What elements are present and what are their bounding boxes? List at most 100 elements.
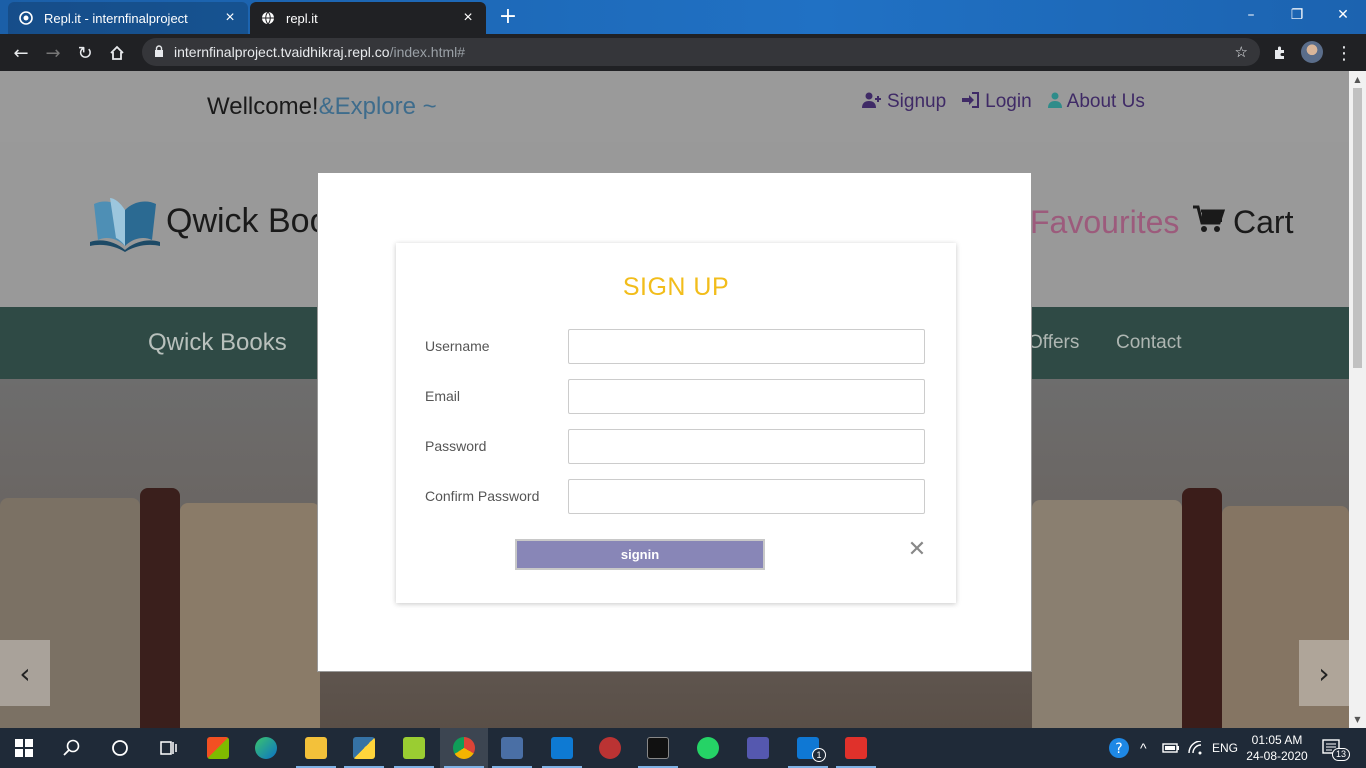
carousel-prev-button[interactable]: ‹ <box>0 640 50 706</box>
signup-title: SIGN UP <box>622 273 730 301</box>
notification-center-icon[interactable]: 13 <box>1322 728 1351 768</box>
bookmark-star-icon[interactable]: ☆ <box>1235 43 1248 61</box>
replit-icon <box>18 10 34 26</box>
tab-close-icon[interactable]: × <box>222 9 238 27</box>
about-link[interactable]: About Us <box>1047 91 1145 113</box>
confirm-password-field[interactable] <box>568 479 925 514</box>
tray-expand-icon[interactable]: ^ <box>1140 728 1147 768</box>
notification-count: 13 <box>1332 748 1351 761</box>
tab-title: Repl.it - internfinalproject <box>44 10 188 26</box>
back-icon[interactable]: ← <box>8 40 34 66</box>
about-label: About Us <box>1066 91 1145 112</box>
book-spine <box>140 488 180 728</box>
top-links: Signup Login About Us <box>862 91 1145 113</box>
edge-icon[interactable] <box>242 728 290 768</box>
spider-icon[interactable] <box>586 728 634 768</box>
clock[interactable]: 01:05 AM 24-08-2020 <box>1244 732 1310 764</box>
email-field[interactable] <box>568 379 925 414</box>
svg-text:?: ? <box>1115 741 1122 757</box>
sql-icon[interactable] <box>488 728 536 768</box>
cortana-icon[interactable] <box>96 728 144 768</box>
vscode-icon[interactable] <box>538 728 586 768</box>
date-label: 24-08-2020 <box>1246 749 1308 763</box>
chrome-icon[interactable] <box>440 728 488 768</box>
windows-start-icon[interactable] <box>0 728 48 768</box>
url-host: internfinalproject.tvaidhikraj.repl.co <box>174 44 390 60</box>
welcome-label: Wellcome! <box>207 93 319 120</box>
menu-kebab-icon[interactable]: ⋮ <box>1331 40 1357 66</box>
wifi-icon[interactable] <box>1188 728 1204 768</box>
book-spine <box>1032 500 1182 728</box>
tab-repl[interactable]: repl.it × <box>250 2 486 34</box>
tab-close-icon[interactable]: × <box>460 9 476 27</box>
extensions-icon[interactable] <box>1267 40 1293 66</box>
book-spine <box>1182 488 1222 728</box>
email-row: Email <box>425 379 930 415</box>
cart-link[interactable]: Cart <box>1193 204 1293 241</box>
nav-item-offers[interactable]: Offers <box>1028 332 1079 354</box>
address-bar[interactable]: internfinalproject.tvaidhikraj.repl.co/i… <box>142 38 1260 66</box>
reload-icon[interactable]: ↻ <box>72 40 98 66</box>
email-label: Email <box>425 388 461 404</box>
page-viewport: Wellcome!&Explore ~ Signup Login About U… <box>0 71 1349 728</box>
whatsapp-icon[interactable] <box>684 728 732 768</box>
username-field[interactable] <box>568 329 925 364</box>
close-icon[interactable]: ✕ <box>906 539 928 561</box>
globe-icon <box>260 10 276 26</box>
minimize-button[interactable]: – <box>1228 0 1274 30</box>
sign-in-icon <box>962 91 980 113</box>
book-spine <box>180 503 320 728</box>
task-view-icon[interactable] <box>144 728 192 768</box>
new-tab-button[interactable]: + <box>496 6 520 30</box>
signup-modal: SIGN UP Username Email Password Confirm … <box>317 172 1032 672</box>
user-plus-icon <box>862 92 882 113</box>
signup-link[interactable]: Signup <box>862 91 946 113</box>
forward-icon[interactable]: → <box>40 40 66 66</box>
cart-icon <box>1193 204 1226 241</box>
tab-replit[interactable]: Repl.it - internfinalproject × <box>8 2 248 34</box>
favourites-link[interactable]: Favourites <box>1030 204 1179 241</box>
tab-title: repl.it <box>286 10 318 26</box>
scroll-up-icon[interactable]: ▲ <box>1349 71 1366 88</box>
profile-avatar[interactable] <box>1301 41 1323 63</box>
file-explorer-icon[interactable] <box>292 728 340 768</box>
mail-badge: 1 <box>812 748 826 762</box>
git-icon[interactable] <box>832 728 880 768</box>
username-row: Username <box>425 329 930 365</box>
nav-item-contact[interactable]: Contact <box>1116 332 1181 354</box>
home-icon[interactable] <box>104 40 130 66</box>
close-window-button[interactable]: ✕ <box>1320 0 1366 30</box>
password-field[interactable] <box>568 429 925 464</box>
teams-icon[interactable] <box>734 728 782 768</box>
site-topbar: Wellcome!&Explore ~ Signup Login About U… <box>0 71 1349 142</box>
search-icon[interactable] <box>48 728 96 768</box>
scrollbar-thumb[interactable] <box>1353 88 1362 368</box>
login-label: Login <box>985 91 1032 112</box>
carousel-next-button[interactable]: › <box>1299 640 1349 706</box>
time-label: 01:05 AM <box>1251 733 1303 747</box>
signup-label: Signup <box>887 91 947 112</box>
login-link[interactable]: Login <box>962 91 1032 113</box>
lock-icon <box>154 44 164 60</box>
battery-icon[interactable] <box>1162 728 1180 768</box>
password-row: Password <box>425 429 930 465</box>
restore-button[interactable]: ❐ <box>1274 0 1320 30</box>
store-icon[interactable] <box>194 728 242 768</box>
windows-taskbar: 1 ? ^ ENG 01:05 AM 24-08-2020 13 <box>0 728 1366 768</box>
scroll-down-icon[interactable]: ▼ <box>1349 711 1366 728</box>
mail-icon[interactable]: 1 <box>784 728 832 768</box>
language-indicator[interactable]: ENG <box>1212 728 1238 768</box>
welcome-text: Wellcome!&Explore ~ <box>207 93 437 121</box>
url-path: /index.html# <box>389 44 466 60</box>
help-icon[interactable]: ? <box>1108 728 1130 768</box>
notepad-plus-icon[interactable] <box>390 728 438 768</box>
page-scrollbar[interactable]: ▲ ▼ <box>1349 71 1366 728</box>
cart-label: Cart <box>1233 204 1294 240</box>
browser-tab-strip: Repl.it - internfinalproject × repl.it ×… <box>0 0 1366 34</box>
password-label: Password <box>425 438 487 454</box>
python-idle-icon[interactable] <box>340 728 388 768</box>
navbar-brand[interactable]: Qwick Books <box>148 329 287 357</box>
terminal-icon[interactable] <box>634 728 682 768</box>
confirm-password-row: Confirm Password <box>425 479 930 515</box>
signin-button[interactable]: signin <box>515 539 765 570</box>
